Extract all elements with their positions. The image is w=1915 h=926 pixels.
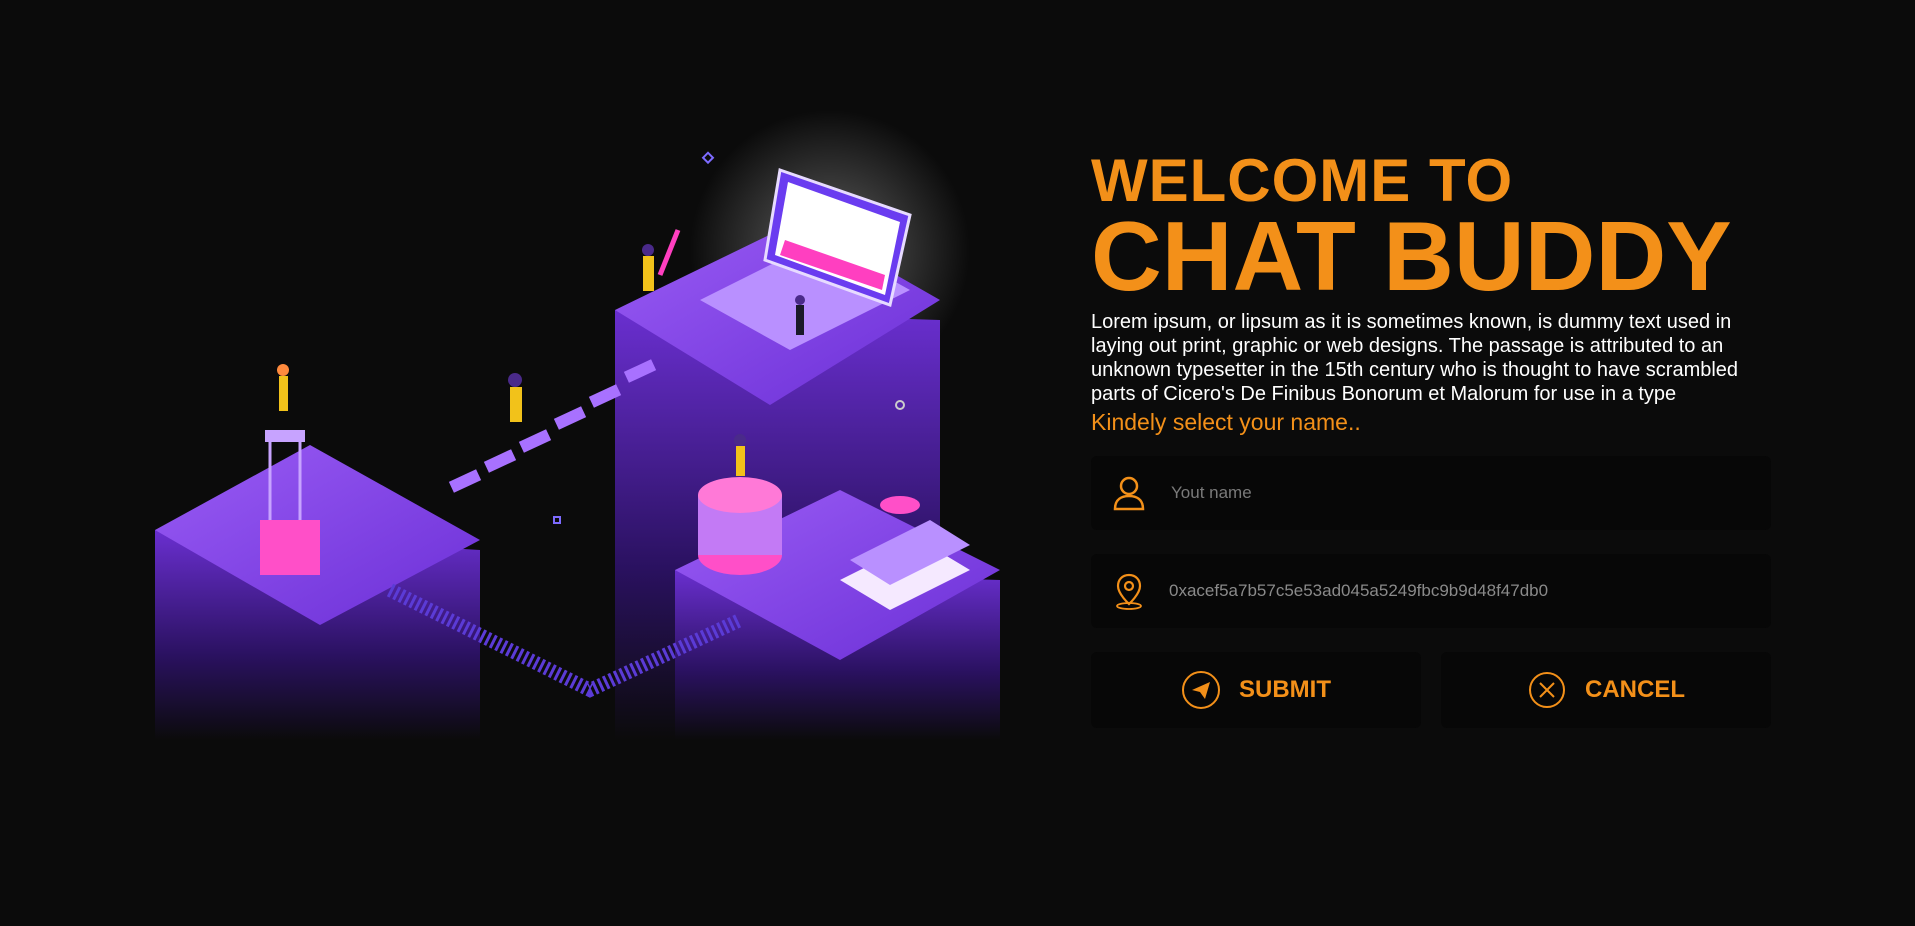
login-page: WELCOME TO CHAT BUDDY Lorem ipsum, or li… xyxy=(0,0,1915,926)
address-field[interactable]: 0xacef5a7b57c5e53ad045a5249fbc9b9d48f47d… xyxy=(1091,554,1771,628)
close-circle-icon xyxy=(1527,670,1567,710)
cancel-label: CANCEL xyxy=(1585,676,1685,703)
cancel-button[interactable]: CANCEL xyxy=(1441,652,1771,728)
select-name-prompt: Kindely select your name.. xyxy=(1091,409,1361,435)
name-input[interactable] xyxy=(1169,482,1753,504)
action-buttons: SUBMIT CANCEL xyxy=(1091,652,1771,728)
location-pin-icon xyxy=(1111,573,1147,610)
send-icon xyxy=(1181,670,1221,710)
wallet-address-value[interactable]: 0xacef5a7b57c5e53ad045a5249fbc9b9d48f47d… xyxy=(1169,581,1548,601)
description-text: Lorem ipsum, or lipsum as it is sometime… xyxy=(1091,311,1739,405)
isometric-scene-image xyxy=(155,110,1000,740)
isometric-illustration xyxy=(140,100,1020,750)
submit-label: SUBMIT xyxy=(1239,676,1331,703)
user-icon xyxy=(1111,475,1147,511)
submit-button[interactable]: SUBMIT xyxy=(1091,652,1421,728)
welcome-panel: WELCOME TO CHAT BUDDY Lorem ipsum, or li… xyxy=(1091,150,1771,728)
name-field[interactable] xyxy=(1091,456,1771,530)
brand-title: CHAT BUDDY xyxy=(1091,201,1732,311)
